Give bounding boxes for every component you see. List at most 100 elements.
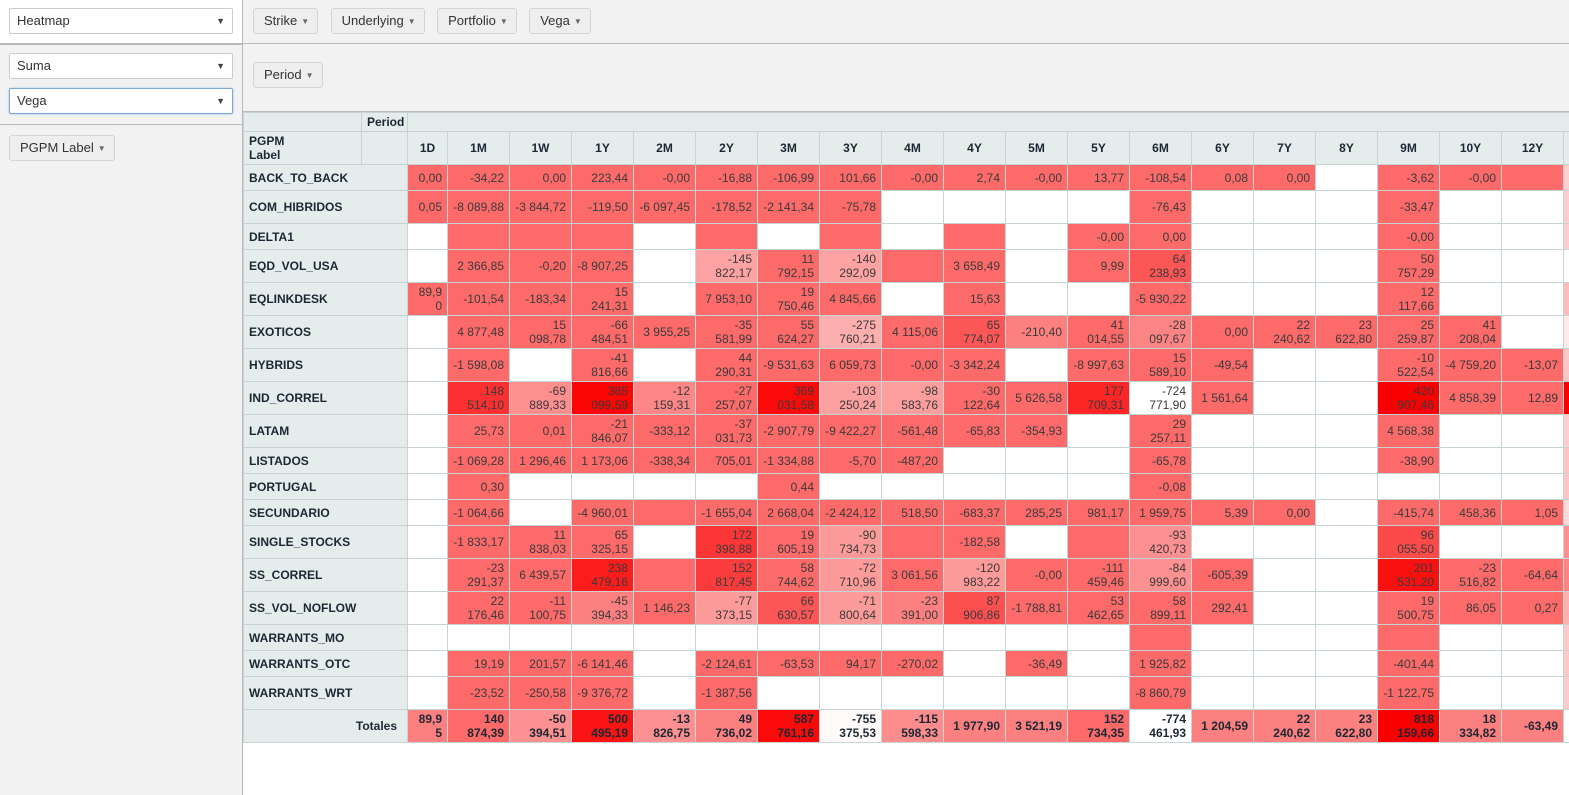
- heatmap-cell[interactable]: [408, 592, 448, 625]
- row-total-cell[interactable]: 79 252,67: [1564, 592, 1569, 625]
- heatmap-cell[interactable]: -41 816,66: [572, 349, 634, 382]
- heatmap-cell[interactable]: -401,44: [1378, 651, 1440, 677]
- column-total-cell[interactable]: 1 204,59: [1192, 710, 1254, 743]
- heatmap-cell[interactable]: -275 760,21: [820, 316, 882, 349]
- heatmap-cell[interactable]: [510, 349, 572, 382]
- heatmap-cell[interactable]: -182,58: [944, 526, 1006, 559]
- heatmap-cell[interactable]: -145 822,17: [696, 250, 758, 283]
- column-total-cell[interactable]: 587 761,16: [758, 710, 820, 743]
- heatmap-cell[interactable]: [944, 224, 1006, 250]
- heatmap-cell[interactable]: -1 122,75: [1378, 677, 1440, 710]
- heatmap-cell[interactable]: 2 668,04: [758, 500, 820, 526]
- heatmap-cell[interactable]: [634, 500, 696, 526]
- heatmap-cell[interactable]: -3,62: [1378, 165, 1440, 191]
- heatmap-cell[interactable]: -338,34: [634, 448, 696, 474]
- heatmap-cell[interactable]: 12 117,66: [1378, 283, 1440, 316]
- row-header-label[interactable]: WARRANTS_MO: [244, 625, 408, 651]
- heatmap-cell[interactable]: 0,00: [1254, 500, 1316, 526]
- heatmap-cell[interactable]: -0,00: [1068, 224, 1130, 250]
- column-header-4y[interactable]: 4Y: [944, 132, 1006, 165]
- column-header-2y[interactable]: 2Y: [696, 132, 758, 165]
- heatmap-cell[interactable]: [634, 250, 696, 283]
- heatmap-cell[interactable]: [634, 625, 696, 651]
- column-header-8y[interactable]: 8Y: [1316, 132, 1378, 165]
- heatmap-cell[interactable]: -119,50: [572, 191, 634, 224]
- row-total-cell[interactable]: -38 672,00: [1564, 415, 1569, 448]
- heatmap-cell[interactable]: [1502, 250, 1564, 283]
- heatmap-cell[interactable]: 4 568,38: [1378, 415, 1440, 448]
- heatmap-cell[interactable]: -6 141,46: [572, 651, 634, 677]
- heatmap-cell[interactable]: [1316, 415, 1378, 448]
- row-header-label[interactable]: SS_CORREL: [244, 559, 408, 592]
- heatmap-cell[interactable]: 981,17: [1068, 500, 1130, 526]
- heatmap-cell[interactable]: [408, 677, 448, 710]
- heatmap-cell[interactable]: -16,88: [696, 165, 758, 191]
- heatmap-cell[interactable]: 101,66: [820, 165, 882, 191]
- heatmap-cell[interactable]: [1502, 651, 1564, 677]
- heatmap-cell[interactable]: [1316, 651, 1378, 677]
- heatmap-cell[interactable]: [408, 625, 448, 651]
- heatmap-cell[interactable]: [1440, 250, 1502, 283]
- heatmap-cell[interactable]: 148 514,10: [448, 382, 510, 415]
- heatmap-cell[interactable]: 0,00: [1192, 316, 1254, 349]
- heatmap-cell[interactable]: [1006, 191, 1068, 224]
- heatmap-cell[interactable]: 94,17: [820, 651, 882, 677]
- column-fields-bar[interactable]: Strike▼ Underlying▼ Portfolio▼ Vega▼: [243, 0, 1569, 44]
- heatmap-cell[interactable]: 4 115,06: [882, 316, 944, 349]
- heatmap-cell[interactable]: 50 757,29: [1378, 250, 1440, 283]
- heatmap-cell[interactable]: 22 240,62: [1254, 316, 1316, 349]
- heatmap-cell[interactable]: -2 124,61: [696, 651, 758, 677]
- heatmap-cell[interactable]: -35 581,99: [696, 316, 758, 349]
- heatmap-cell[interactable]: [1316, 250, 1378, 283]
- heatmap-cell[interactable]: -487,20: [882, 448, 944, 474]
- heatmap-cell[interactable]: -0,00: [634, 165, 696, 191]
- heatmap-cell[interactable]: [1068, 448, 1130, 474]
- heatmap-cell[interactable]: -65,78: [1130, 448, 1192, 474]
- heatmap-cell[interactable]: [1440, 625, 1502, 651]
- column-total-cell[interactable]: 152 734,35: [1068, 710, 1130, 743]
- heatmap-cell[interactable]: [1192, 474, 1254, 500]
- heatmap-cell[interactable]: -605,39: [1192, 559, 1254, 592]
- heatmap-cell[interactable]: 7 953,10: [696, 283, 758, 316]
- heatmap-cell[interactable]: 29 257,11: [1130, 415, 1192, 448]
- heatmap-cell[interactable]: -65,83: [944, 415, 1006, 448]
- heatmap-cell[interactable]: 15,63: [944, 283, 1006, 316]
- heatmap-cell[interactable]: [448, 625, 510, 651]
- heatmap-cell[interactable]: 15 241,31: [572, 283, 634, 316]
- heatmap-cell[interactable]: [1316, 677, 1378, 710]
- row-header-label[interactable]: EQD_VOL_USA: [244, 250, 408, 283]
- column-total-cell[interactable]: 500 495,19: [572, 710, 634, 743]
- heatmap-cell[interactable]: -250,58: [510, 677, 572, 710]
- row-header-label[interactable]: DELTA1: [244, 224, 408, 250]
- heatmap-cell[interactable]: [1068, 283, 1130, 316]
- column-total-cell[interactable]: 22 240,62: [1254, 710, 1316, 743]
- heatmap-cell[interactable]: -1 069,28: [448, 448, 510, 474]
- heatmap-cell[interactable]: [882, 625, 944, 651]
- heatmap-cell[interactable]: [882, 526, 944, 559]
- heatmap-cell[interactable]: -5,70: [820, 448, 882, 474]
- heatmap-cell[interactable]: 58 899,11: [1130, 592, 1192, 625]
- row-total-cell[interactable]: 0,00: [1564, 224, 1569, 250]
- heatmap-cell[interactable]: -23 516,82: [1440, 559, 1502, 592]
- heatmap-cell[interactable]: -4 960,01: [572, 500, 634, 526]
- heatmap-cell[interactable]: 458,36: [1440, 500, 1502, 526]
- row-total-cell[interactable]: [1564, 625, 1569, 651]
- heatmap-cell[interactable]: 15 589,10: [1130, 349, 1192, 382]
- column-header-3y[interactable]: 3Y: [820, 132, 882, 165]
- field-pill-strike[interactable]: Strike▼: [253, 8, 318, 34]
- row-header-label[interactable]: BACK_TO_BACK: [244, 165, 408, 191]
- heatmap-cell[interactable]: [1502, 526, 1564, 559]
- heatmap-cell[interactable]: [1316, 500, 1378, 526]
- heatmap-cell[interactable]: -683,37: [944, 500, 1006, 526]
- renderer-select[interactable]: Heatmap ▼: [9, 8, 233, 34]
- heatmap-cell[interactable]: [1254, 474, 1316, 500]
- heatmap-cell[interactable]: 41 208,04: [1440, 316, 1502, 349]
- heatmap-cell[interactable]: [1254, 526, 1316, 559]
- row-header-label[interactable]: HYBRIDS: [244, 349, 408, 382]
- heatmap-cell[interactable]: [1440, 474, 1502, 500]
- heatmap-cell[interactable]: [1068, 474, 1130, 500]
- heatmap-cell[interactable]: [1192, 448, 1254, 474]
- heatmap-cell[interactable]: [1254, 224, 1316, 250]
- heatmap-cell[interactable]: 201 531,20: [1378, 559, 1440, 592]
- row-header-label[interactable]: IND_CORREL: [244, 382, 408, 415]
